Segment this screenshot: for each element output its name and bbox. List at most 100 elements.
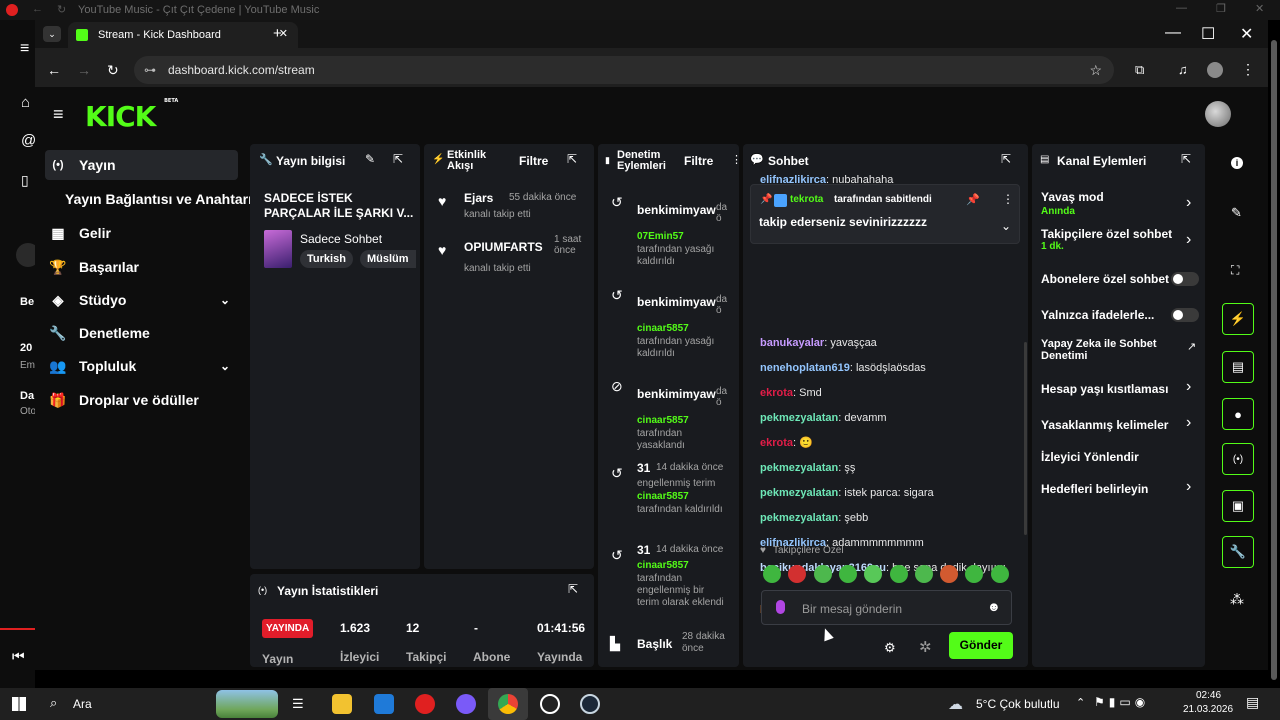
restore-icon[interactable]: ❐ xyxy=(1216,2,1226,15)
reload-icon[interactable]: ↻ xyxy=(57,3,66,16)
action-raid[interactable]: İzleyici Yönlendir xyxy=(1041,448,1201,470)
sidebar-item-denetleme[interactable]: 🔧 Denetleme xyxy=(45,318,238,348)
mod-target-user[interactable]: benkimimyaw xyxy=(637,203,716,217)
community-icon[interactable]: ⁂ xyxy=(1230,591,1244,608)
bookmark-star-icon[interactable]: ☆ xyxy=(1089,62,1102,79)
chat-username[interactable]: pekmezyalatan xyxy=(760,412,838,424)
kick-logo[interactable]: KICK BETA xyxy=(85,98,178,133)
close-icon[interactable]: ✕ xyxy=(1240,24,1253,44)
emote-icon[interactable] xyxy=(788,565,807,583)
pinned-by[interactable]: tekrota xyxy=(790,194,823,205)
clock-date[interactable]: 21.03.2026 xyxy=(1183,704,1233,715)
mod-target-user[interactable]: benkimimyaw xyxy=(637,295,716,309)
chat-username[interactable]: pekmezyalatan xyxy=(760,512,838,524)
mod-actor[interactable]: cinaar5857 xyxy=(637,560,689,571)
minimize-icon[interactable]: — xyxy=(1165,24,1181,42)
file-explorer-icon[interactable] xyxy=(332,694,352,714)
lightning-button[interactable]: ⚡ xyxy=(1222,303,1254,335)
store-icon[interactable] xyxy=(374,694,394,714)
windows-start-icon[interactable] xyxy=(12,697,26,711)
emote-icon[interactable] xyxy=(864,565,883,583)
action-followers-only[interactable]: Takipçilere özel sohbet 1 dk. › xyxy=(1041,227,1201,257)
tag-chip[interactable]: Turkish xyxy=(300,250,353,268)
search-icon[interactable]: ⌕ xyxy=(50,695,57,711)
close-icon[interactable]: ✕ xyxy=(1255,2,1264,15)
action-slow-mode[interactable]: Yavaş mod Anında › xyxy=(1041,190,1201,220)
tray-chevron-icon[interactable]: ⌃ xyxy=(1076,696,1085,709)
edit-icon[interactable]: ✎ xyxy=(1231,205,1242,221)
steam-icon[interactable] xyxy=(580,694,600,714)
task-view-icon[interactable]: ☰ xyxy=(292,696,304,712)
emote-icon[interactable] xyxy=(763,565,781,583)
app-icon[interactable] xyxy=(456,694,476,714)
hamburger-icon[interactable]: ≡ xyxy=(53,104,64,125)
puzzle-icon[interactable]: ✲ xyxy=(919,638,932,656)
profile-avatar[interactable] xyxy=(1207,62,1223,78)
emote-icon[interactable] xyxy=(838,565,857,583)
scrollbar-thumb[interactable] xyxy=(1271,40,1277,680)
weather-icon[interactable]: ☁ xyxy=(948,695,963,713)
forward-icon[interactable]: → xyxy=(77,62,91,78)
landscape-widget-icon[interactable] xyxy=(216,690,278,718)
emote-icon[interactable] xyxy=(990,565,1009,583)
window-scrollbar[interactable] xyxy=(1268,20,1280,688)
tab-search-icon[interactable]: ⌄ xyxy=(43,26,61,42)
wrench-button[interactable]: 🔧 xyxy=(1222,536,1254,568)
emote-icon[interactable] xyxy=(914,565,933,583)
media-icon[interactable]: ♫ xyxy=(1178,62,1188,77)
new-tab-icon[interactable]: + xyxy=(273,25,282,42)
popout-icon[interactable]: ⇱ xyxy=(568,582,578,596)
sidebar-item-studyo[interactable]: ◈ Stüdyo ⌄ xyxy=(45,285,238,315)
chat-username[interactable]: elifnazlikirca xyxy=(760,174,826,184)
sidebar-item-stream-key[interactable]: Yayın Bağlantısı ve Anahtarı xyxy=(65,184,275,214)
sidebar-item-droplar[interactable]: 🎁 Droplar ve ödüller xyxy=(45,385,238,415)
activity-user[interactable]: OPIUMFARTS xyxy=(464,240,543,254)
microphone-icon[interactable] xyxy=(776,600,785,614)
site-info-icon[interactable]: ⊶ xyxy=(144,63,156,77)
more-icon[interactable]: ⋮ xyxy=(731,153,739,166)
emote-icon[interactable] xyxy=(965,565,984,583)
filter-button[interactable]: Filtre xyxy=(519,154,548,168)
extensions-icon[interactable]: ⧉ xyxy=(1135,62,1144,78)
info-icon[interactable]: i xyxy=(1231,157,1243,169)
obs-icon[interactable] xyxy=(540,694,560,714)
back-icon[interactable]: ← xyxy=(32,3,43,15)
reload-icon[interactable]: ↻ xyxy=(107,62,119,79)
action-emotes-only[interactable]: Yalnızca ifadelerle... xyxy=(1041,306,1201,328)
toggle-switch[interactable] xyxy=(1171,272,1199,286)
filter-button[interactable]: Filtre xyxy=(684,154,713,168)
send-button[interactable]: Gönder xyxy=(949,632,1013,659)
mod-actor[interactable]: 07Emin57 xyxy=(637,231,684,242)
minimize-icon[interactable]: — xyxy=(1176,2,1187,14)
chat-username[interactable]: pekmezyalatan xyxy=(760,487,838,499)
chat-button[interactable]: ● xyxy=(1222,398,1254,430)
mod-actor[interactable]: cinaar5857 xyxy=(637,323,689,334)
mod-actor[interactable]: cinaar5857 xyxy=(637,415,689,426)
popout-icon[interactable]: ⇱ xyxy=(1001,152,1011,166)
chrome-icon[interactable] xyxy=(498,694,518,714)
action-account-age[interactable]: Hesap yaşı kısıtlaması › xyxy=(1041,378,1201,402)
unpin-icon[interactable]: 📌 xyxy=(966,193,980,206)
activity-user[interactable]: Ejars xyxy=(464,191,493,205)
chat-username[interactable]: ekrota xyxy=(760,387,793,399)
edit-icon[interactable]: ✎ xyxy=(365,152,375,166)
tag-chip[interactable]: Müslüm xyxy=(360,250,416,268)
action-banned-words[interactable]: Yasaklanmış kelimeler › xyxy=(1041,414,1201,438)
emoji-icon[interactable]: ☻ xyxy=(987,599,1001,614)
toggle-switch[interactable] xyxy=(1171,308,1199,322)
action-ai-moderation[interactable]: Yapay Zeka ile Sohbet Denetimi ↗ xyxy=(1041,338,1201,368)
weather-text[interactable]: 5°C Çok bulutlu xyxy=(976,697,1060,711)
settings-icon[interactable]: ⚙ xyxy=(884,640,896,656)
youtube-music-icon[interactable] xyxy=(415,694,435,714)
action-goals[interactable]: Hedefleri belirleyin › xyxy=(1041,478,1201,502)
action-subscribers-only[interactable]: Abonelere özel sohbet xyxy=(1041,270,1201,292)
notification-icon[interactable]: ▤ xyxy=(1246,694,1259,711)
sidebar-item-basarilar[interactable]: 🏆 Başarılar xyxy=(45,252,238,282)
taskbar-search-label[interactable]: Ara xyxy=(73,697,92,711)
chat-scrollbar[interactable] xyxy=(1024,342,1027,535)
popout-icon[interactable]: ⇱ xyxy=(1181,152,1191,166)
emote-icon[interactable] xyxy=(940,565,959,583)
back-icon[interactable]: ← xyxy=(47,62,61,78)
previous-icon[interactable]: ⏮ xyxy=(12,648,25,665)
popout-icon[interactable]: ⇱ xyxy=(567,152,577,166)
